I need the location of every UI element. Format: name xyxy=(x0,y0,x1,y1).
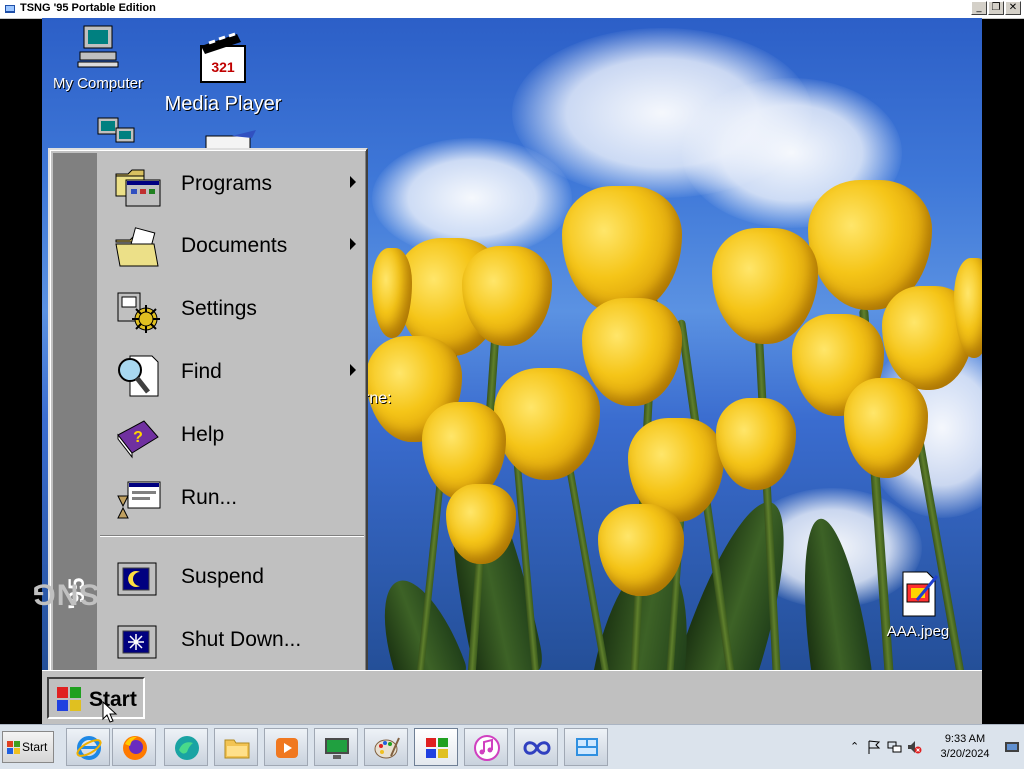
taskbar-app-paint[interactable] xyxy=(364,728,408,766)
host-taskbar: Start ⌃ 9:33 AM 3/20/2024 xyxy=(0,724,1024,769)
menu-item-label: Suspend xyxy=(181,565,264,588)
menu-item-settings[interactable]: Settings xyxy=(100,279,366,341)
minimize-button[interactable]: _ xyxy=(971,1,987,15)
menu-item-documents[interactable]: Documents xyxy=(100,216,366,278)
mouse-cursor-icon xyxy=(102,701,118,723)
taskbar-app-edge[interactable] xyxy=(164,728,208,766)
system-tray: ⌃ 9:33 AM 3/20/2024 xyxy=(844,725,1024,769)
help-book-icon: ? xyxy=(117,420,159,459)
menu-item-programs[interactable]: Programs xyxy=(100,154,366,216)
brand-logo-text: TSNG '95 xyxy=(31,576,119,611)
tsng95-icon xyxy=(426,738,448,758)
edge-icon xyxy=(175,736,199,760)
menu-item-run[interactable]: Run... xyxy=(100,468,366,530)
taskbar-app-media-player[interactable] xyxy=(264,728,308,766)
host-start-label: Start xyxy=(22,740,48,754)
restore-button[interactable]: ❐ xyxy=(988,1,1004,15)
desktop-icon-label: AAA.jpeg xyxy=(886,623,950,640)
menu-separator xyxy=(100,535,364,537)
taskbar-app-tsng95[interactable] xyxy=(414,728,458,766)
volume-muted-icon[interactable] xyxy=(906,739,922,755)
desktop-icon-label: My Computer xyxy=(52,75,144,92)
media-player-icon: 321 xyxy=(200,32,246,83)
shutdown-icon xyxy=(117,625,157,659)
taskbar-app-infinity[interactable] xyxy=(514,728,558,766)
infinity-app-icon xyxy=(523,741,551,755)
menu-item-find[interactable]: Find xyxy=(100,342,366,404)
taskbar-app-itunes[interactable] xyxy=(464,728,508,766)
media-player-icon xyxy=(276,738,298,758)
menu-item-label: Help xyxy=(181,423,225,446)
menu-item-label: Run... xyxy=(181,486,238,509)
host-title-bar[interactable]: TSNG '95 Portable Edition _ ❐ ✕ xyxy=(0,0,1024,19)
start-menu-brand-bar: TSNG '95 xyxy=(31,153,119,671)
menu-item-suspend[interactable]: Suspend xyxy=(100,547,366,609)
clock-date: 3/20/2024 xyxy=(940,748,990,760)
desktop-icon-aaa-jpeg[interactable]: AAA.jpeg xyxy=(878,570,958,640)
menu-item-label: Settings xyxy=(181,297,257,320)
show-desktop-icon[interactable] xyxy=(1004,739,1020,755)
desktop-icon-label: Media Player xyxy=(164,93,282,115)
menu-item-label: Shut Down... xyxy=(181,628,302,651)
taskbar-app-file-explorer[interactable] xyxy=(214,728,258,766)
control-panel-icon xyxy=(576,738,598,756)
start-menu: TSNG '95 Programs Documents Settings Fin… xyxy=(31,148,368,676)
host-start-button[interactable]: Start xyxy=(2,731,54,763)
window-title: TSNG '95 Portable Edition xyxy=(20,2,156,14)
desktop-icon-media-player[interactable]: 321 Media Player xyxy=(160,32,286,116)
action-center-flag-icon[interactable] xyxy=(866,739,882,755)
emulated-start-button[interactable]: Start xyxy=(47,677,145,719)
programs-folder-icon xyxy=(115,169,161,207)
desktop-icon-my-computer[interactable]: My Computer xyxy=(48,22,148,92)
submenu-arrow-icon xyxy=(350,176,356,188)
settings-icon xyxy=(117,292,160,333)
taskbar-app-firefox[interactable] xyxy=(112,728,156,766)
file-explorer-icon xyxy=(224,739,250,759)
clock-time: 9:33 AM xyxy=(944,733,986,745)
submenu-arrow-icon xyxy=(350,364,356,376)
internet-explorer-icon xyxy=(76,736,102,760)
menu-item-label: Programs xyxy=(181,172,273,195)
windows-logo-icon xyxy=(7,741,20,754)
itunes-icon xyxy=(474,735,500,761)
network-icon[interactable] xyxy=(886,739,902,755)
paint-icon xyxy=(374,737,400,759)
show-hidden-icons-icon[interactable]: ⌃ xyxy=(850,739,866,755)
taskbar-app-internet-explorer[interactable] xyxy=(66,728,110,766)
find-icon xyxy=(118,355,159,397)
taskbar-app-monitor[interactable] xyxy=(314,728,358,766)
taskbar-clock[interactable]: 9:33 AM 3/20/2024 xyxy=(930,732,1000,762)
run-icon xyxy=(117,481,161,519)
partial-desktop-label: rne: xyxy=(364,390,392,407)
my-computer-icon xyxy=(77,25,119,68)
jpeg-file-icon xyxy=(902,571,939,617)
menu-item-label: Documents xyxy=(181,234,288,257)
firefox-icon xyxy=(123,736,147,760)
close-button[interactable]: ✕ xyxy=(1005,1,1021,15)
svg-text:321: 321 xyxy=(211,59,235,75)
documents-folder-icon xyxy=(115,227,159,267)
menu-item-help[interactable]: ? Help xyxy=(100,405,366,467)
monitor-app-icon xyxy=(325,738,349,759)
windows-flag-icon xyxy=(57,687,81,711)
taskbar-app-control-panel[interactable] xyxy=(564,728,608,766)
suspend-icon xyxy=(117,562,157,596)
svg-text:?: ? xyxy=(133,429,143,446)
menu-item-label: Find xyxy=(181,360,222,383)
menu-item-shut-down[interactable]: Shut Down... xyxy=(100,610,366,672)
emulated-taskbar: Start xyxy=(42,670,982,725)
app-window-icon xyxy=(5,5,15,13)
network-icon[interactable] xyxy=(94,116,138,150)
submenu-arrow-icon xyxy=(350,238,356,250)
